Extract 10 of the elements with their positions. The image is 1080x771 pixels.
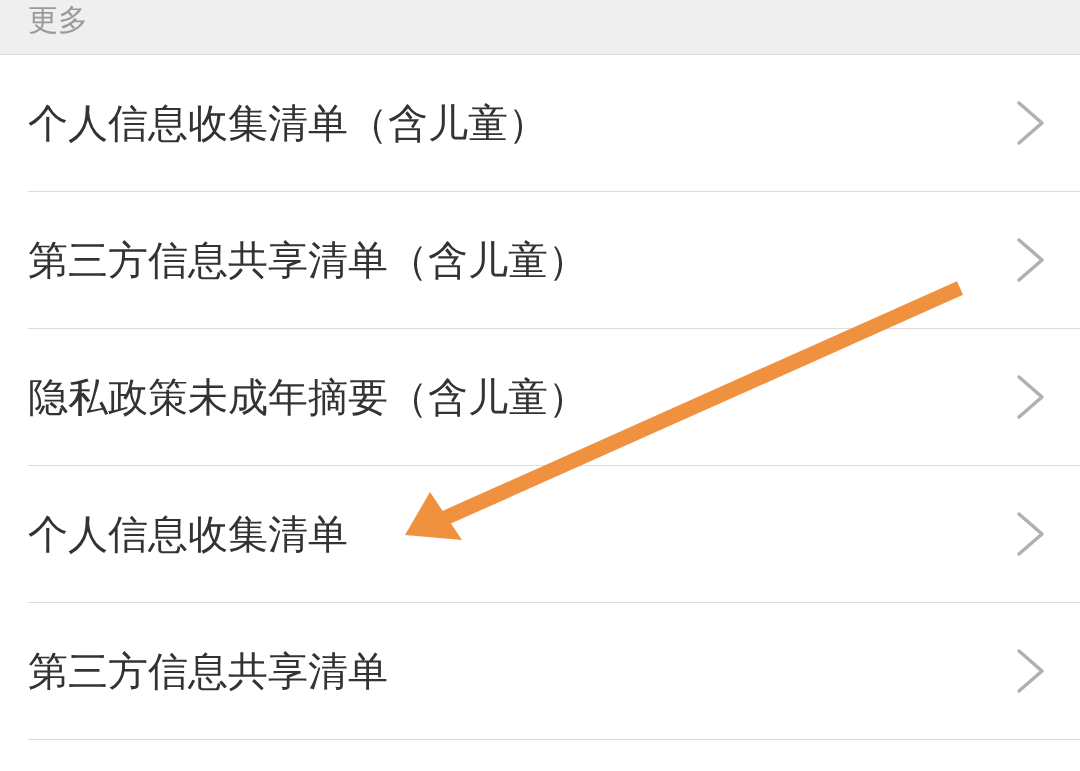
list-item[interactable]: 第三方信息共享清单（含儿童） [28,192,1080,329]
section-title: 更多 [28,2,88,38]
list-item[interactable]: 隐私政策未成年摘要（含儿童） [28,329,1080,466]
list-item[interactable]: 个人信息收集清单（含儿童） [28,55,1080,192]
chevron-right-icon [1016,511,1046,557]
list-item[interactable]: 第三方信息共享清单 [28,603,1080,740]
chevron-right-icon [1016,237,1046,283]
chevron-right-icon [1016,100,1046,146]
chevron-right-icon [1016,374,1046,420]
chevron-right-icon [1016,648,1046,694]
